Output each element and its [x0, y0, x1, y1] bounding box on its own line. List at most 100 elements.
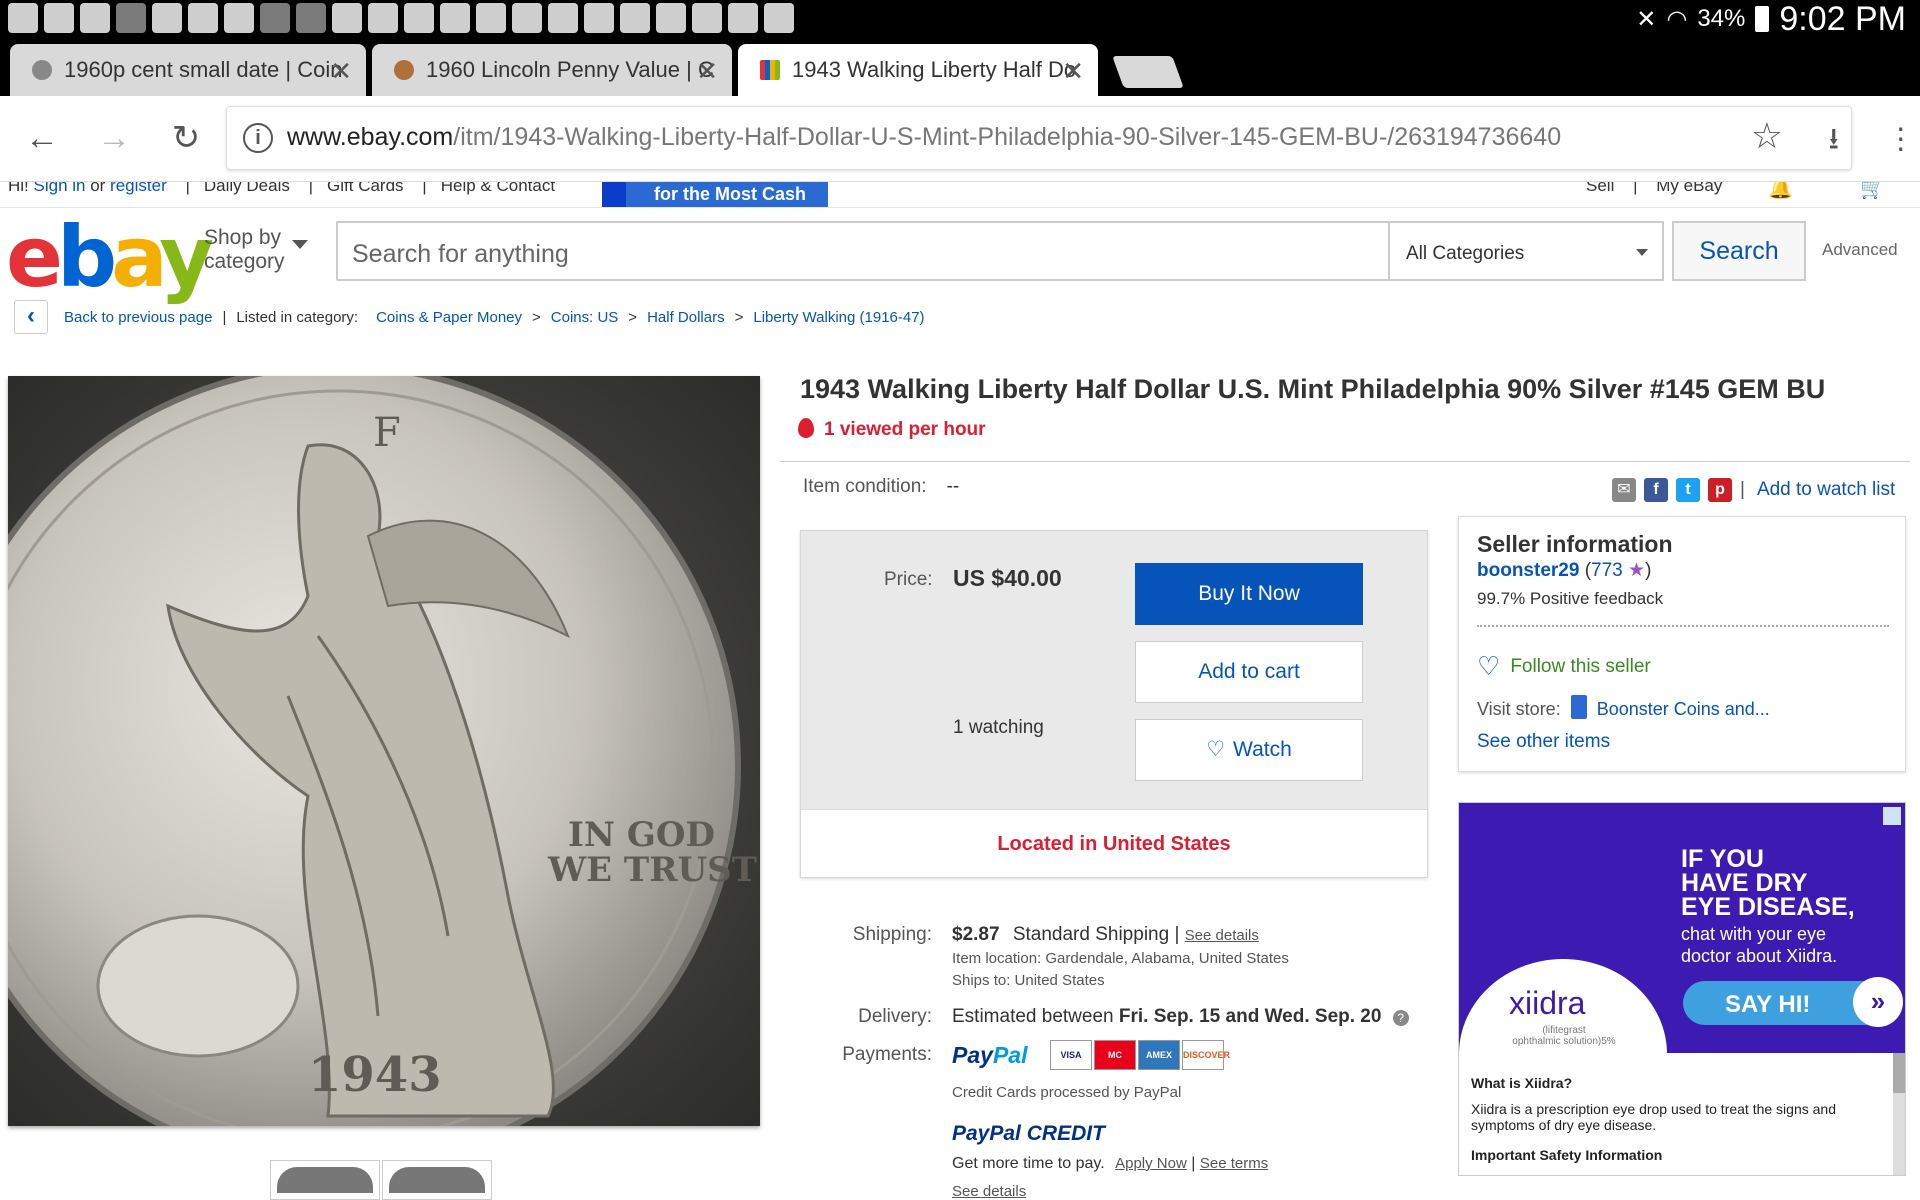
- breadcrumb-item[interactable]: Coins & Paper Money: [376, 309, 522, 326]
- my-ebay-link[interactable]: My eBay: [1656, 182, 1722, 195]
- ebay-logo[interactable]: ebay: [6, 212, 214, 302]
- watching-count: 1 watching: [953, 717, 1044, 738]
- add-to-cart-button[interactable]: Add to cart: [1135, 641, 1363, 703]
- delivery-estimate: Estimated between Fri. Sep. 15 and Wed. …: [952, 1006, 1409, 1028]
- tab-title: 1960 Lincoln Penny Value | C: [426, 57, 714, 82]
- email-icon[interactable]: ✉: [1612, 478, 1636, 502]
- buy-it-now-button[interactable]: Buy It Now: [1135, 563, 1363, 625]
- xiidra-subtitle: (lifitegrast ophthalmic solution)5%: [1512, 1025, 1616, 1047]
- download-icon[interactable]: ⭳: [1829, 117, 1840, 168]
- overflow-menu-icon[interactable]: · · ·: [1895, 111, 1906, 163]
- tab-title: 1943 Walking Liberty Half Do: [792, 57, 1077, 82]
- sell-link[interactable]: Sell: [1586, 182, 1614, 195]
- shop-by-text: Shop by: [204, 226, 282, 249]
- category-text: category: [204, 250, 285, 273]
- search-input[interactable]: Search for anything: [336, 221, 1390, 281]
- see-details-link[interactable]: See details: [952, 1183, 1026, 1200]
- sign-in-link[interactable]: Sign in: [34, 182, 86, 195]
- close-tab-icon[interactable]: ✕: [330, 56, 352, 87]
- condition-value: --: [946, 476, 960, 497]
- xiidra-ad[interactable]: IF YOU HAVE DRY EYE DISEASE, chat with you…: [1458, 802, 1906, 1176]
- seller-info-panel: Seller information boonster29 (773 ★) 99…: [1458, 516, 1906, 772]
- info-icon[interactable]: i: [243, 123, 273, 153]
- chevron-down-icon: [292, 240, 308, 249]
- shipping-price: $2.87: [952, 924, 1000, 945]
- mastercard-icon: MC: [1094, 1040, 1136, 1070]
- browser-toolbar: ← → ↻ i www.ebay.com/itm/1943-Walking-Li…: [0, 96, 1920, 182]
- card-logos: VISA MC AMEX DISCOVER: [1050, 1040, 1230, 1070]
- ebay-header: ebay Shop by category Search for anythin…: [0, 208, 1920, 302]
- twitter-icon[interactable]: t: [1676, 478, 1700, 502]
- url-text[interactable]: www.ebay.com/itm/1943-Walking-Liberty-Ha…: [287, 123, 1561, 152]
- breadcrumb-item[interactable]: Coins: US: [551, 309, 619, 326]
- bookmark-star-icon[interactable]: ☆: [1751, 115, 1783, 157]
- daily-deals-link[interactable]: Daily Deals: [204, 182, 290, 195]
- adchoices-icon[interactable]: [1883, 807, 1901, 825]
- cart-icon[interactable]: 🛒: [1860, 182, 1885, 201]
- condition-label: Item condition:: [803, 476, 927, 497]
- item-main-image[interactable]: F IN GOD WE TRUST 1943: [8, 376, 760, 1126]
- facebook-icon[interactable]: f: [1644, 478, 1668, 502]
- watch-button[interactable]: ♡ Watch: [1135, 719, 1363, 781]
- clock: 9:02 PM: [1779, 0, 1906, 38]
- address-bar[interactable]: i www.ebay.com/itm/1943-Walking-Liberty-…: [226, 106, 1852, 170]
- new-tab-button[interactable]: [1112, 56, 1184, 88]
- seller-info-heading: Seller information: [1477, 531, 1673, 557]
- search-button[interactable]: Search: [1672, 221, 1806, 281]
- tab-1960-lincoln[interactable]: 1960 Lincoln Penny Value | C ✕: [372, 44, 732, 96]
- help-icon[interactable]: ?: [1392, 1010, 1409, 1026]
- pinterest-icon[interactable]: p: [1708, 478, 1732, 502]
- heart-icon: ♡: [1206, 738, 1226, 761]
- back-arrow-icon[interactable]: ←: [18, 114, 66, 162]
- apply-now-link[interactable]: Apply Now: [1115, 1155, 1187, 1172]
- breadcrumb-item[interactable]: Liberty Walking (1916-47): [753, 309, 924, 326]
- item-condition: Item condition: --: [803, 476, 959, 498]
- feedback-score[interactable]: 773: [1591, 560, 1623, 581]
- thumbnail[interactable]: [270, 1160, 380, 1200]
- follow-seller-link[interactable]: ♡ Follow this seller: [1477, 651, 1651, 682]
- ad-body: What is Xiidra? Xiidra is a prescription…: [1471, 1075, 1891, 1173]
- ad-description: Xiidra is a prescription eye drop used t…: [1471, 1101, 1836, 1133]
- see-other-items-link[interactable]: See other items: [1477, 731, 1610, 753]
- paypal-credit-text: Get more time to pay. Apply Now | See te…: [952, 1155, 1269, 1172]
- shipping-see-details-link[interactable]: See details: [1185, 927, 1259, 944]
- seller-name-link[interactable]: boonster29: [1477, 560, 1579, 581]
- ad-banner[interactable]: IF YOU HAVE DRY EYE DISEASE, chat with you…: [1459, 803, 1905, 1149]
- ad-scrollbar[interactable]: [1893, 1053, 1905, 1175]
- ad-safety-heading: Important Safety Information: [1471, 1147, 1663, 1163]
- tab-1943-walking-liberty[interactable]: 1943 Walking Liberty Half Do ✕: [738, 44, 1098, 96]
- follow-seller-label: Follow this seller: [1510, 656, 1651, 677]
- xiidra-logo: xiidra: [1509, 985, 1586, 1021]
- mute-icon: ✕: [1636, 5, 1657, 33]
- viewed-per-hour: 1 viewed per hour: [798, 418, 986, 441]
- close-tab-icon[interactable]: ✕: [696, 56, 718, 87]
- see-terms-link[interactable]: See terms: [1200, 1155, 1268, 1172]
- forward-arrow-icon[interactable]: →: [90, 114, 138, 162]
- gift-cards-link[interactable]: Gift Cards: [327, 182, 404, 195]
- reload-icon[interactable]: ↻: [162, 114, 210, 162]
- coin-date: 1943: [308, 1047, 442, 1103]
- tab-1960p-cent[interactable]: 1960p cent small date | Coin ✕: [10, 44, 366, 96]
- advanced-search-link[interactable]: Advanced: [1822, 240, 1898, 260]
- more-time-text: Get more time to pay.: [952, 1155, 1105, 1172]
- breadcrumb-item[interactable]: Half Dollars: [647, 309, 725, 326]
- help-contact-link[interactable]: Help & Contact: [441, 182, 555, 195]
- paypal-logo: PayPal: [952, 1042, 1028, 1068]
- discover-icon: DISCOVER: [1182, 1040, 1230, 1070]
- close-tab-icon[interactable]: ✕: [1062, 56, 1084, 87]
- visit-store: Visit store: Boonster Coins and...: [1477, 695, 1770, 720]
- add-to-watch-list-link[interactable]: Add to watch list: [1757, 479, 1895, 501]
- back-to-previous-link[interactable]: Back to previous page: [64, 309, 212, 326]
- category-select[interactable]: All Categories: [1388, 221, 1664, 281]
- thumbnail[interactable]: [382, 1160, 492, 1200]
- back-chevron-icon[interactable]: ‹: [14, 300, 48, 334]
- store-link[interactable]: Boonster Coins and...: [1597, 699, 1770, 719]
- notification-bell-icon[interactable]: 🔔: [1768, 182, 1793, 201]
- shop-by-category-button[interactable]: Shop by category: [204, 226, 308, 274]
- say-hi-button[interactable]: SAY HI!: [1683, 981, 1873, 1025]
- register-link[interactable]: register: [110, 182, 167, 195]
- chevron-right-icon[interactable]: »: [1853, 977, 1903, 1027]
- shipping-method: Standard Shipping: [1012, 924, 1170, 945]
- promo-banner[interactable]: for the Most Cash: [602, 182, 828, 207]
- tab-title: 1960p cent small date | Coin: [64, 57, 343, 82]
